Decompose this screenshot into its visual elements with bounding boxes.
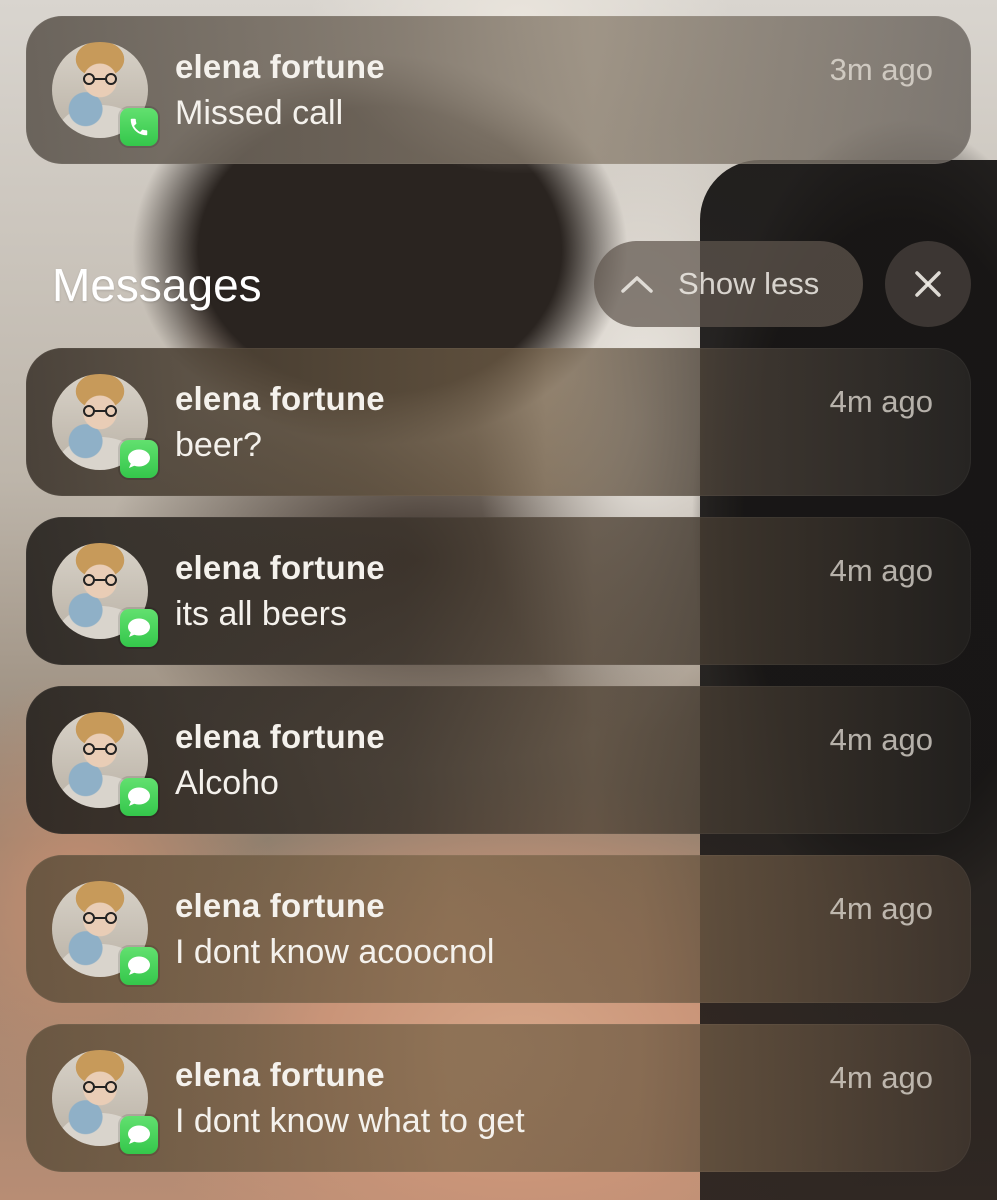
notification-missed-call[interactable]: elena fortune Missed call 3m ago bbox=[26, 16, 971, 164]
messages-icon bbox=[120, 1116, 158, 1154]
notification-message-1[interactable]: elena fortune beer? 4m ago bbox=[26, 348, 971, 496]
messages-icon bbox=[120, 440, 158, 478]
notification-time: 4m ago bbox=[829, 722, 933, 757]
glasses-graphic bbox=[83, 1081, 117, 1093]
clear-group-button[interactable] bbox=[885, 241, 971, 327]
notification-time: 4m ago bbox=[829, 891, 933, 926]
notification-sender: elena fortune bbox=[175, 48, 385, 85]
show-less-button[interactable]: Show less bbox=[594, 241, 863, 327]
notification-time: 4m ago bbox=[829, 1060, 933, 1095]
phone-icon bbox=[120, 108, 158, 146]
glasses-graphic bbox=[83, 912, 117, 924]
notification-message: Missed call bbox=[175, 94, 344, 132]
close-icon bbox=[915, 271, 941, 297]
notification-message-2[interactable]: elena fortune its all beers 4m ago bbox=[26, 517, 971, 665]
notification-time: 4m ago bbox=[829, 384, 933, 419]
contact-avatar-wrap bbox=[52, 543, 158, 647]
glasses-graphic bbox=[83, 743, 117, 755]
notification-sender: elena fortune bbox=[175, 887, 385, 924]
contact-avatar-wrap bbox=[52, 712, 158, 816]
messages-icon bbox=[120, 947, 158, 985]
notification-time: 4m ago bbox=[829, 553, 933, 588]
notification-message: Alcoho bbox=[175, 764, 279, 802]
contact-avatar-wrap bbox=[52, 42, 158, 146]
notification-sender: elena fortune bbox=[175, 1056, 385, 1093]
notification-sender: elena fortune bbox=[175, 718, 385, 755]
notification-message: beer? bbox=[175, 426, 262, 464]
contact-avatar-wrap bbox=[52, 1050, 158, 1154]
contact-avatar-wrap bbox=[52, 374, 158, 478]
notification-message-3[interactable]: elena fortune Alcoho 4m ago bbox=[26, 686, 971, 834]
notification-message: I dont know what to get bbox=[175, 1102, 525, 1140]
notification-sender: elena fortune bbox=[175, 549, 385, 586]
messages-icon bbox=[120, 778, 158, 816]
glasses-graphic bbox=[83, 73, 117, 85]
glasses-graphic bbox=[83, 574, 117, 586]
contact-avatar-wrap bbox=[52, 881, 158, 985]
group-title: Messages bbox=[52, 259, 262, 311]
notification-message: I dont know acoocnol bbox=[175, 933, 495, 971]
notification-time: 3m ago bbox=[829, 52, 933, 87]
notification-message-5[interactable]: elena fortune I dont know what to get 4m… bbox=[26, 1024, 971, 1172]
notification-message: its all beers bbox=[175, 595, 347, 633]
glasses-graphic bbox=[83, 405, 117, 417]
notification-sender: elena fortune bbox=[175, 380, 385, 417]
messages-icon bbox=[120, 609, 158, 647]
notification-message-4[interactable]: elena fortune I dont know acoocnol 4m ag… bbox=[26, 855, 971, 1003]
show-less-label: Show less bbox=[678, 266, 820, 301]
chevron-up-icon bbox=[621, 276, 653, 293]
